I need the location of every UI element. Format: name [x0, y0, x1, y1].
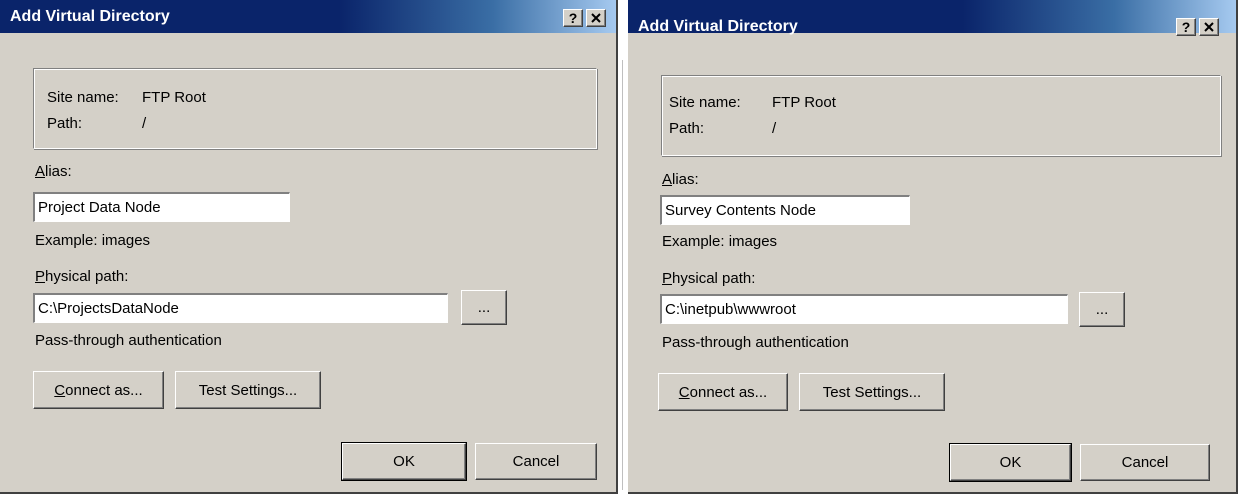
- physical-path-mnemonic: P: [35, 268, 46, 285]
- help-button[interactable]: ?: [563, 9, 583, 27]
- help-button[interactable]: ?: [1176, 18, 1196, 36]
- connect-as-button[interactable]: Connect as...: [33, 371, 164, 409]
- alias-label-mnemonic: A: [35, 163, 46, 180]
- alias-input[interactable]: [659, 194, 911, 226]
- cancel-button[interactable]: Cancel: [475, 443, 597, 480]
- close-button[interactable]: [1199, 18, 1219, 36]
- connect-as-mnemonic: C: [54, 381, 66, 399]
- dialog-title: Add Virtual Directory: [638, 18, 798, 35]
- auth-text: Pass-through authentication: [662, 334, 849, 351]
- background-edge: [622, 60, 623, 490]
- add-virtual-directory-dialog: Add Virtual Directory ? Site name: FTP R…: [0, 0, 618, 494]
- cancel-button[interactable]: Cancel: [1080, 444, 1210, 481]
- dialog-title: Add Virtual Directory: [10, 8, 170, 25]
- alias-input[interactable]: [32, 191, 291, 223]
- site-name-label: Site name:: [47, 89, 119, 106]
- example-text: Example: images: [662, 233, 778, 250]
- help-icon: ?: [1181, 19, 1191, 35]
- path-label: Path:: [47, 115, 83, 132]
- site-name-value: FTP Root: [142, 89, 206, 106]
- auth-text: Pass-through authentication: [35, 332, 222, 349]
- site-info-group: Site name: FTP Root Path: /: [33, 68, 597, 149]
- site-name-value: FTP Root: [772, 94, 836, 111]
- alias-label-text: lias:: [672, 171, 699, 188]
- connect-as-mnemonic: C: [678, 383, 690, 401]
- physical-path-input[interactable]: [32, 292, 449, 324]
- physical-path-label-text: hysical path:: [45, 268, 129, 285]
- site-info-group: Site name: FTP Root Path: /: [661, 75, 1221, 156]
- physical-path-mnemonic: P: [662, 270, 673, 287]
- physical-path-label: Physical path:: [662, 270, 755, 287]
- close-icon: [1204, 22, 1214, 32]
- add-virtual-directory-dialog: Add Virtual Directory ? Site name: FTP R…: [628, 0, 1238, 494]
- alias-label-text: lias:: [45, 163, 72, 180]
- browse-button[interactable]: ...: [1079, 292, 1125, 327]
- ok-button[interactable]: OK: [949, 443, 1072, 482]
- title-bar[interactable]: Add Virtual Directory ?: [628, 0, 1236, 36]
- physical-path-input[interactable]: [659, 293, 1069, 325]
- help-icon: ?: [568, 10, 578, 26]
- ok-button[interactable]: OK: [341, 442, 467, 481]
- connect-as-button[interactable]: Connect as...: [658, 373, 788, 411]
- alias-label: Alias:: [35, 163, 72, 180]
- path-value: /: [772, 120, 777, 137]
- browse-button[interactable]: ...: [461, 290, 507, 325]
- close-icon: [591, 13, 601, 23]
- physical-path-label: Physical path:: [35, 268, 128, 285]
- example-text: Example: images: [35, 232, 151, 249]
- site-name-label: Site name:: [669, 94, 741, 111]
- close-button[interactable]: [586, 9, 606, 27]
- connect-as-label: onnect as...: [689, 383, 768, 401]
- test-settings-button[interactable]: Test Settings...: [175, 371, 321, 409]
- alias-label-mnemonic: A: [662, 171, 673, 188]
- path-value: /: [142, 115, 147, 132]
- physical-path-label-text: hysical path:: [672, 270, 756, 287]
- test-settings-button[interactable]: Test Settings...: [799, 373, 945, 411]
- connect-as-label: onnect as...: [65, 381, 143, 399]
- title-bar[interactable]: Add Virtual Directory ?: [0, 0, 616, 33]
- alias-label: Alias:: [662, 171, 699, 188]
- path-label: Path:: [669, 120, 705, 137]
